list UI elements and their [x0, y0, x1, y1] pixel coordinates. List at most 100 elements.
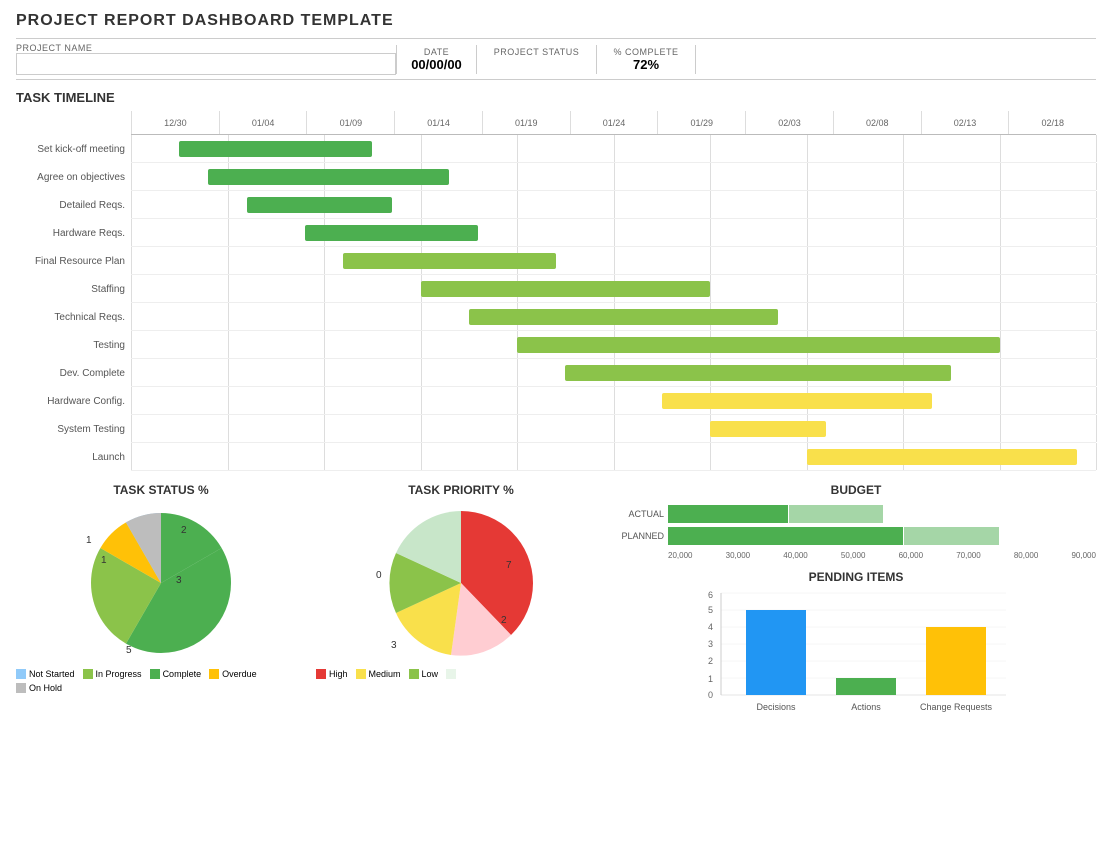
- task-priority-title: TASK PRIORITY %: [316, 483, 606, 497]
- vline-2-10: [1096, 191, 1097, 218]
- vline-1-6: [710, 163, 711, 190]
- legend-medium: Medium: [356, 669, 401, 679]
- budget-axis: 20,000 30,000 40,000 50,000 60,000 70,00…: [668, 551, 1096, 560]
- task-label-11: Launch: [16, 443, 131, 471]
- tick-9: 02/13: [921, 111, 1009, 134]
- vline-6-10: [1096, 303, 1097, 330]
- legend-dot-blank: [446, 669, 456, 679]
- gantt-row-0: [131, 135, 1096, 163]
- legend-overdue: Overdue: [209, 669, 257, 679]
- vline-4-7: [807, 247, 808, 274]
- gantt-bar-3: [305, 225, 479, 241]
- bar-label-decisions: Decisions: [756, 702, 796, 712]
- pie-label-2: 2: [181, 525, 187, 536]
- axis-40k: 40,000: [783, 551, 807, 560]
- y-0: 0: [708, 690, 713, 700]
- legend-in-progress: In Progress: [83, 669, 142, 679]
- vline-3-1: [228, 219, 229, 246]
- legend-dot-on-hold: [16, 683, 26, 693]
- task-priority-section: TASK PRIORITY %: [316, 483, 606, 725]
- date-field: DATE 00/00/00: [396, 45, 476, 74]
- vline-10-9: [1000, 415, 1001, 442]
- budget-planned-row: PLANNED: [616, 527, 1096, 545]
- task-label-0: Set kick-off meeting: [16, 135, 131, 163]
- right-column: BUDGET ACTUAL PLANNED: [616, 483, 1096, 725]
- vline-10-2: [324, 415, 325, 442]
- budget-planned-bar-2: [904, 527, 998, 545]
- gantt-header: 12/30 01/04 01/09 01/14 01/19 01/24 01/2…: [131, 111, 1096, 135]
- complete-field: % COMPLETE 72%: [596, 45, 696, 74]
- vline-10-3: [421, 415, 422, 442]
- gantt-bar-8: [565, 365, 951, 381]
- y-2: 2: [708, 656, 713, 666]
- task-status-pie-wrap: 2 3 5 1 1: [16, 503, 306, 663]
- axis-50k: 50,000: [841, 551, 865, 560]
- vline-9-0: [131, 387, 132, 414]
- vline-0-5: [614, 135, 615, 162]
- tick-0: 12/30: [131, 111, 219, 134]
- vline-9-5: [614, 387, 615, 414]
- pending-section: PENDING ITEMS 0 1 2 3 4 5 6: [616, 570, 1096, 725]
- budget-chart: ACTUAL PLANNED: [616, 503, 1096, 562]
- y-6: 6: [708, 590, 713, 600]
- vline-3-10: [1096, 219, 1097, 246]
- vline-0-8: [903, 135, 904, 162]
- bar-label-change-requests: Change Requests: [920, 702, 993, 712]
- vline-3-6: [710, 219, 711, 246]
- gantt-bar-5: [421, 281, 711, 297]
- status-field: PROJECT STATUS: [476, 45, 596, 74]
- legend-high: High: [316, 669, 348, 679]
- pending-bars-svg: 0 1 2 3 4 5 6: [618, 590, 1094, 720]
- legend-blank: [446, 669, 459, 679]
- axis-70k: 70,000: [956, 551, 980, 560]
- pending-title: PENDING ITEMS: [616, 570, 1096, 584]
- vline-6-9: [1000, 303, 1001, 330]
- vline-4-9: [1000, 247, 1001, 274]
- vline-2-4: [517, 191, 518, 218]
- vline-3-7: [807, 219, 808, 246]
- complete-value: 72%: [605, 57, 687, 72]
- axis-80k: 80,000: [1014, 551, 1038, 560]
- tick-4: 01/19: [482, 111, 570, 134]
- legend-dot-medium: [356, 669, 366, 679]
- task-status-legend: Not Started In Progress Complete Overdue…: [16, 669, 306, 693]
- vline-11-3: [421, 443, 422, 470]
- gantt-row-2: [131, 191, 1096, 219]
- vline-8-9: [1000, 359, 1001, 386]
- bar-label-actions: Actions: [851, 702, 881, 712]
- vline-8-3: [421, 359, 422, 386]
- vline-0-10: [1096, 135, 1097, 162]
- budget-actual-row: ACTUAL: [616, 505, 1096, 523]
- vline-8-4: [517, 359, 518, 386]
- vline-11-6: [710, 443, 711, 470]
- tick-7: 02/03: [745, 111, 833, 134]
- page: PROJECT REPORT DASHBOARD TEMPLATE PROJEC…: [0, 0, 1112, 737]
- vline-0-3: [421, 135, 422, 162]
- vline-8-10: [1096, 359, 1097, 386]
- task-label-3: Hardware Reqs.: [16, 219, 131, 247]
- vline-4-10: [1096, 247, 1097, 274]
- vline-2-5: [614, 191, 615, 218]
- vline-11-4: [517, 443, 518, 470]
- legend-not-started: Not Started: [16, 669, 75, 679]
- gantt-container: Set kick-off meeting Agree on objectives…: [16, 111, 1096, 471]
- legend-complete: Complete: [150, 669, 202, 679]
- task-label-9: Hardware Config.: [16, 387, 131, 415]
- vline-1-10: [1096, 163, 1097, 190]
- vline-7-0: [131, 331, 132, 358]
- gantt-row-8: [131, 359, 1096, 387]
- vline-8-2: [324, 359, 325, 386]
- y-3: 3: [708, 639, 713, 649]
- vline-3-8: [903, 219, 904, 246]
- vline-2-3: [421, 191, 422, 218]
- task-label-8: Dev. Complete: [16, 359, 131, 387]
- bottom-row: TASK STATUS %: [16, 483, 1096, 725]
- budget-planned-bar-1: [668, 527, 903, 545]
- vline-9-1: [228, 387, 229, 414]
- vline-0-7: [807, 135, 808, 162]
- task-label-10: System Testing: [16, 415, 131, 443]
- project-name-label: PROJECT NAME: [16, 43, 396, 53]
- legend-on-hold: On Hold: [16, 683, 62, 693]
- vline-2-7: [807, 191, 808, 218]
- vline-5-9: [1000, 275, 1001, 302]
